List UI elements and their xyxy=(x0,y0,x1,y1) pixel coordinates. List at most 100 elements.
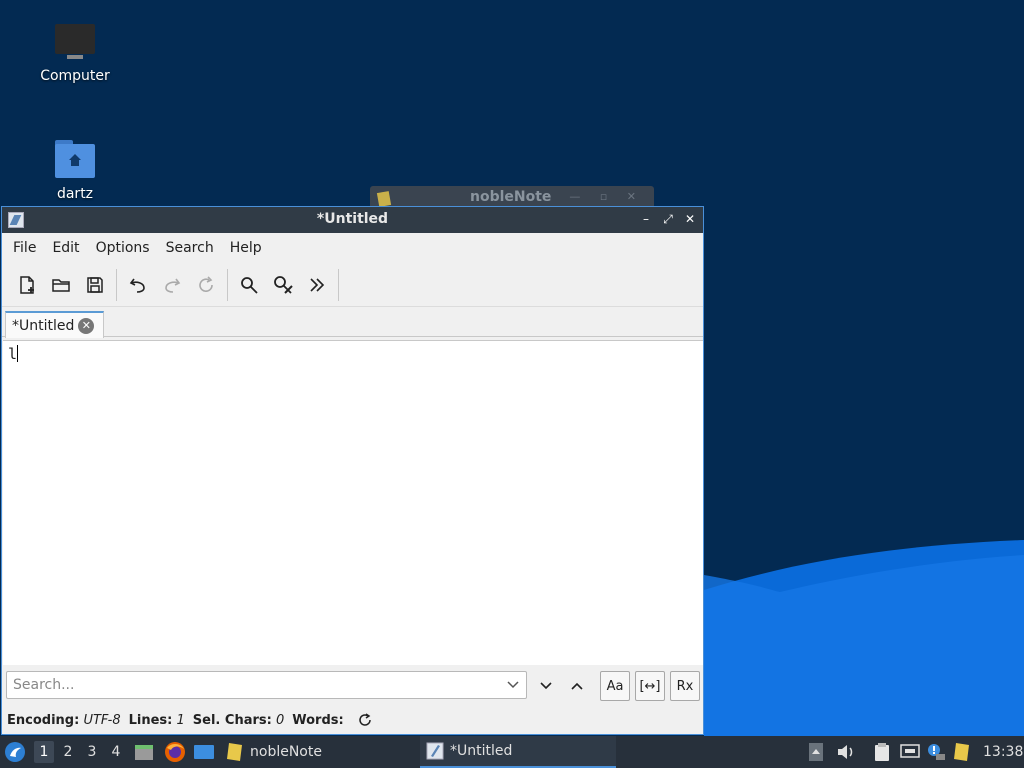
background-window-noblenote[interactable]: nobleNote — ▫ ✕ xyxy=(370,186,654,208)
text-editor-area[interactable]: l xyxy=(3,340,703,665)
tab-label: *Untitled xyxy=(12,317,75,334)
tray-scroll-button[interactable] xyxy=(808,736,824,768)
start-menu-button[interactable] xyxy=(4,736,28,768)
notification-tray[interactable] xyxy=(926,736,946,768)
undo-button[interactable] xyxy=(121,268,155,302)
taskbar: 1 2 3 4 nobleNote *Untitled 13:38 xyxy=(0,736,1024,768)
menubar: File Edit Options Search Help xyxy=(2,233,703,263)
app-menu-icon xyxy=(5,742,25,762)
home-folder-icon xyxy=(53,140,97,180)
clipboard-icon xyxy=(875,743,889,761)
save-button[interactable] xyxy=(78,268,112,302)
find-button[interactable] xyxy=(232,268,266,302)
find-next-button[interactable] xyxy=(531,671,561,701)
task-label: *Untitled xyxy=(450,743,513,759)
sel-chars-value: 0 xyxy=(275,712,285,728)
tab-untitled[interactable]: *Untitled ✕ xyxy=(5,311,104,338)
window-title: *Untitled xyxy=(316,211,389,227)
redo-button[interactable] xyxy=(155,268,189,302)
close-tab-icon[interactable]: ✕ xyxy=(78,317,95,334)
whole-word-button[interactable]: [↔] xyxy=(635,671,665,701)
menu-edit[interactable]: Edit xyxy=(44,240,87,256)
save-icon xyxy=(87,276,103,293)
note-icon xyxy=(954,743,969,761)
search-bar: Aa [↔] Rx xyxy=(2,667,703,703)
window-titlebar[interactable]: *Untitled – ⤢ ✕ xyxy=(2,207,703,233)
maximize-button[interactable]: ⤢ xyxy=(661,211,675,227)
clipboard-tray[interactable] xyxy=(872,736,892,768)
note-icon xyxy=(376,191,392,207)
regex-button[interactable]: Rx xyxy=(670,671,700,701)
clock[interactable]: 13:38 xyxy=(983,736,1023,768)
lines-value: 1 xyxy=(176,712,185,728)
desktop-icon-label: Computer xyxy=(40,68,110,84)
menu-file[interactable]: File xyxy=(5,240,44,256)
volume-icon xyxy=(838,745,853,759)
chevron-down-icon[interactable] xyxy=(506,677,520,691)
clock-time: 13:38 xyxy=(983,744,1024,760)
workspace-1[interactable]: 1 xyxy=(34,741,54,763)
network-tray[interactable] xyxy=(900,736,920,768)
firefox-icon xyxy=(165,742,185,762)
file-manager-icon xyxy=(135,745,153,760)
tab-bar: *Untitled ✕ xyxy=(2,307,703,338)
show-desktop-button[interactable] xyxy=(193,736,215,768)
lines-label: Lines: xyxy=(128,712,173,728)
toolbar-separator xyxy=(338,268,339,301)
window-controls: — ▫ ✕ xyxy=(569,190,644,203)
find-icon xyxy=(241,276,258,294)
menu-help[interactable]: Help xyxy=(222,240,270,256)
undo-icon xyxy=(129,278,145,293)
editor-text: l xyxy=(8,345,18,363)
desktop-icon xyxy=(194,745,214,759)
match-case-button[interactable]: Aa xyxy=(600,671,630,701)
task-label: nobleNote xyxy=(250,744,322,760)
text-editor-window: *Untitled – ⤢ ✕ File Edit Options Search… xyxy=(1,206,704,735)
menu-options[interactable]: Options xyxy=(88,240,158,256)
toolbar xyxy=(2,263,703,307)
toolbar-separator xyxy=(227,268,228,301)
workspace-4[interactable]: 4 xyxy=(106,744,126,760)
more-icon xyxy=(310,277,325,292)
task-untitled[interactable]: *Untitled xyxy=(420,736,616,768)
close-button[interactable]: ✕ xyxy=(683,211,697,227)
replace-icon xyxy=(274,275,293,294)
task-noblenote[interactable]: nobleNote xyxy=(222,736,412,768)
minimize-button[interactable]: – xyxy=(639,211,653,227)
background-window-title: nobleNote xyxy=(470,189,552,205)
file-manager-launcher[interactable] xyxy=(134,736,154,768)
status-bar: Encoding: UTF-8 Lines: 1 Sel. Chars: 0 W… xyxy=(2,707,703,733)
computer-icon xyxy=(53,22,97,62)
words-label: Words: xyxy=(292,712,344,728)
reload-button[interactable] xyxy=(189,268,223,302)
replace-button[interactable] xyxy=(266,268,300,302)
text-editor-icon xyxy=(426,742,444,760)
text-caret xyxy=(17,345,19,362)
network-icon xyxy=(900,744,920,758)
new-document-icon xyxy=(20,275,34,294)
menu-search[interactable]: Search xyxy=(158,240,222,256)
reload-icon xyxy=(199,275,213,292)
search-input[interactable] xyxy=(6,671,527,699)
toolbar-separator xyxy=(116,268,117,301)
open-button[interactable] xyxy=(44,268,78,302)
desktop-icon-dartz[interactable]: dartz xyxy=(25,140,125,202)
workspace-3[interactable]: 3 xyxy=(82,744,102,760)
desktop-icon-computer[interactable]: Computer xyxy=(25,22,125,84)
tray-up-icon xyxy=(809,743,823,761)
more-button[interactable] xyxy=(300,268,334,302)
volume-button[interactable] xyxy=(836,736,856,768)
workspace-2[interactable]: 2 xyxy=(58,744,78,760)
chevron-up-icon xyxy=(571,682,583,690)
sel-chars-label: Sel. Chars: xyxy=(192,712,272,728)
note-icon xyxy=(227,743,242,761)
new-document-button[interactable] xyxy=(10,268,44,302)
encoding-label: Encoding: xyxy=(7,712,80,728)
find-previous-button[interactable] xyxy=(562,671,592,701)
update-notifier-icon xyxy=(928,744,945,760)
redo-icon xyxy=(165,278,181,293)
noblenote-tray[interactable] xyxy=(953,736,971,768)
refresh-icon[interactable] xyxy=(358,713,372,727)
chevron-down-icon xyxy=(540,682,552,690)
firefox-launcher[interactable] xyxy=(164,736,186,768)
